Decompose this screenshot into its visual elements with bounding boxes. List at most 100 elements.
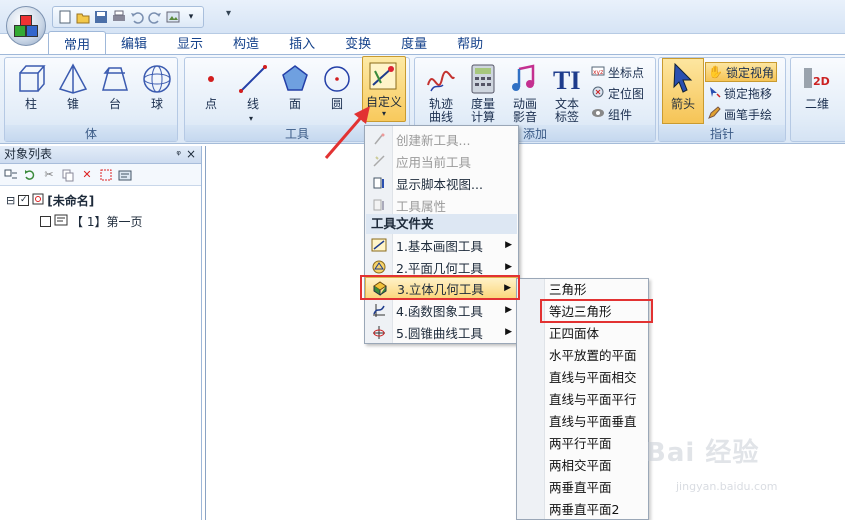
custom-tool-menu: 创建新工具... 应用当前工具 显示脚本视图... 工具属性 工具文件夹 1.基…: [364, 125, 519, 344]
tab-measure[interactable]: 度量: [386, 31, 442, 53]
root-checkbox[interactable]: ✓: [18, 195, 30, 206]
print-icon[interactable]: [111, 9, 127, 25]
submenu-item-line-plane-intersect[interactable]: 直线与平面相交: [518, 367, 648, 389]
2d-view-button[interactable]: 2D 二维: [797, 62, 837, 122]
arrow-pointer-button[interactable]: 箭头: [662, 58, 704, 124]
custom-tool-icon: [367, 59, 401, 93]
component-icon: [591, 106, 605, 123]
new-file-icon[interactable]: [57, 9, 73, 25]
locate-image-button[interactable]: 定位图: [591, 83, 644, 103]
line-button[interactable]: 线: [233, 62, 273, 122]
tab-display[interactable]: 显示: [162, 31, 218, 53]
properties-icon[interactable]: [118, 168, 132, 182]
point-button[interactable]: 点: [191, 62, 231, 122]
collapse-icon[interactable]: ⊟: [6, 194, 15, 207]
svg-text:2D: 2D: [813, 75, 830, 88]
component-button[interactable]: 组件: [591, 104, 632, 124]
sphere-button[interactable]: 球: [137, 62, 177, 122]
lock-drag-button[interactable]: 锁定拖移: [707, 83, 772, 103]
submenu-item-line-plane-parallel[interactable]: 直线与平面平行: [518, 389, 648, 411]
submenu-item-parallel-planes[interactable]: 两平行平面: [518, 433, 648, 455]
submenu-item-perpendicular-planes[interactable]: 两垂直平面: [518, 477, 648, 499]
polygon-button[interactable]: 面: [275, 62, 315, 122]
watermark-logo: Bai 经验: [646, 438, 760, 468]
expand-tree-icon[interactable]: [4, 168, 18, 182]
lock-view-button[interactable]: ✋ 锁定视角: [705, 62, 777, 82]
folder-conic-section-item[interactable]: 5.圆锥曲线工具 ▶: [365, 321, 518, 343]
cube-blue-icon: [26, 25, 38, 37]
tab-transform[interactable]: 变换: [330, 31, 386, 53]
coordinate-point-button[interactable]: xyz 坐标点: [591, 62, 644, 82]
redo-icon[interactable]: [147, 9, 163, 25]
submenu-item-regular-tetrahedron[interactable]: 正四面体: [518, 323, 648, 345]
tree-page-item[interactable]: 【 1】第一页: [40, 213, 142, 230]
pyramid-button[interactable]: 锥: [53, 62, 93, 122]
tab-construct[interactable]: 构造: [218, 31, 274, 53]
page-checkbox[interactable]: [40, 216, 51, 227]
tree-root-item[interactable]: ⊟ ✓ [未命名]: [6, 192, 94, 209]
calculator-button[interactable]: 度量 计算: [463, 62, 503, 124]
pen-draw-label: 画笔手绘: [724, 107, 773, 122]
coordinate-point-icon: xyz: [591, 64, 605, 81]
highlight-solid-geometry-folder: [360, 275, 520, 300]
undo-icon[interactable]: [129, 9, 145, 25]
object-list-toolbar: ✂ ✕: [0, 164, 201, 186]
component-label: 组件: [608, 107, 633, 122]
delete-icon[interactable]: ✕: [80, 168, 94, 182]
circle-icon: [320, 62, 354, 96]
calculator-label: 度量 计算: [470, 97, 495, 124]
2d-view-label: 二维: [804, 97, 829, 111]
submenu-item-triangle[interactable]: 三角形: [518, 279, 648, 301]
refresh-tree-icon[interactable]: [23, 168, 37, 182]
animation-media-button[interactable]: 动画 影音: [505, 62, 545, 124]
frustum-button[interactable]: 台: [95, 62, 135, 122]
tool-properties-item[interactable]: 工具属性: [365, 194, 518, 216]
tab-help[interactable]: 帮助: [442, 31, 498, 53]
cube-green-icon: [14, 25, 26, 37]
folder-function-graph-item[interactable]: 4.函数图象工具 ▶: [365, 299, 518, 321]
submenu-item-intersecting-planes[interactable]: 两相交平面: [518, 455, 648, 477]
submenu-item-perpendicular-planes-2[interactable]: 两垂直平面2: [518, 499, 648, 520]
submenu-item-line-plane-perpendicular[interactable]: 直线与平面垂直: [518, 411, 648, 433]
text-label-button[interactable]: TI 文本 标签: [547, 62, 587, 124]
function-graph-icon: [371, 302, 387, 318]
locate-image-label: 定位图: [608, 86, 645, 101]
cut-icon[interactable]: ✂: [42, 168, 56, 182]
pyramid-icon: [56, 62, 90, 96]
select-area-icon[interactable]: [99, 168, 113, 182]
lock-view-label: 锁定视角: [725, 65, 774, 80]
title-bar: ▾ ▾: [0, 0, 845, 34]
submenu-item-horizontal-plane[interactable]: 水平放置的平面: [518, 345, 648, 367]
submenu-arrow-icon: ▶: [505, 305, 512, 315]
folder-basic-drawing-item[interactable]: 1.基本画图工具 ▶: [365, 234, 518, 256]
trace-curve-button[interactable]: 轨迹 曲线: [421, 62, 461, 124]
watermark-url: jingyan.baidu.com: [676, 480, 778, 493]
sphere-label: 球: [150, 97, 163, 111]
pin-icon[interactable]: ᵠ: [176, 146, 181, 163]
prism-button[interactable]: 柱: [11, 62, 51, 122]
2d-view-icon: 2D: [800, 62, 834, 96]
open-folder-icon[interactable]: [75, 9, 91, 25]
tool-properties-icon: [371, 197, 387, 213]
close-icon[interactable]: ×: [186, 146, 196, 163]
create-new-tool-item[interactable]: 创建新工具...: [365, 128, 518, 150]
pen-draw-button[interactable]: 画笔手绘: [707, 104, 772, 124]
chevron-down-icon[interactable]: ▾: [183, 9, 199, 25]
tab-edit[interactable]: 编辑: [106, 31, 162, 53]
app-menu-button[interactable]: [6, 6, 46, 46]
edit-image-icon[interactable]: [165, 9, 181, 25]
show-script-view-item[interactable]: 显示脚本视图...: [365, 172, 518, 194]
create-tool-icon: [371, 131, 387, 147]
music-icon: [508, 62, 542, 96]
animation-media-label: 动画 影音: [512, 97, 537, 124]
apply-tool-icon: [371, 153, 387, 169]
line-dropdown-chevron-icon[interactable]: ▾: [249, 114, 253, 123]
tab-common[interactable]: 常用: [48, 31, 107, 55]
group-solid-label: 体: [5, 125, 177, 141]
copy-icon[interactable]: [61, 168, 75, 182]
apply-current-tool-item[interactable]: 应用当前工具: [365, 150, 518, 172]
pen-icon: [707, 105, 721, 123]
tab-insert[interactable]: 插入: [274, 31, 330, 53]
save-icon[interactable]: [93, 9, 109, 25]
customize-quick-access-icon[interactable]: ▾: [226, 8, 231, 19]
